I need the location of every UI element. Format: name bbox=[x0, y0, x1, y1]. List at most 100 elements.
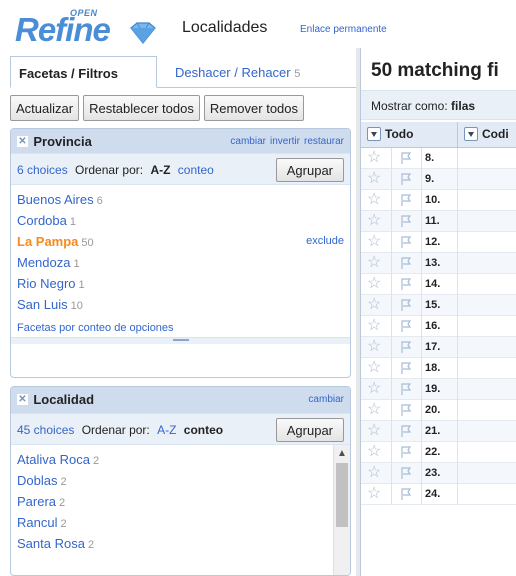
change-link[interactable]: cambiar bbox=[308, 394, 344, 405]
remove-all-button[interactable]: Remover todos bbox=[203, 95, 305, 121]
tab-facets-filters[interactable]: Facetas / Filtros bbox=[10, 56, 157, 88]
row-number: 8. bbox=[425, 152, 435, 164]
show-as-label: Mostrar como: bbox=[371, 99, 448, 113]
sort-count-option[interactable]: conteo bbox=[184, 423, 223, 437]
facet-choice[interactable]: Cordoba 1 bbox=[17, 210, 350, 231]
star-icon[interactable]: ☆ bbox=[367, 275, 381, 293]
facet-choice[interactable]: Rio Negro 1 bbox=[17, 273, 350, 294]
column-header-all[interactable]: Todo bbox=[361, 122, 458, 148]
star-icon[interactable]: ☆ bbox=[367, 254, 381, 272]
flag-icon[interactable] bbox=[399, 172, 413, 186]
show-as-rows-option[interactable]: filas bbox=[451, 99, 475, 113]
flag-icon[interactable] bbox=[399, 382, 413, 396]
star-icon[interactable]: ☆ bbox=[367, 380, 381, 398]
star-icon[interactable]: ☆ bbox=[367, 443, 381, 461]
group-button[interactable]: Agrupar bbox=[275, 158, 344, 182]
facet-choice[interactable]: San Luis 10 bbox=[17, 294, 350, 315]
scroll-up-icon[interactable]: ▲ bbox=[337, 448, 347, 459]
table-row: ☆ 16. bbox=[361, 316, 516, 337]
column-header-codigo[interactable]: Codi bbox=[458, 122, 516, 148]
table-row: ☆ 23. bbox=[361, 463, 516, 484]
facet-links: cambiar bbox=[304, 394, 344, 405]
table-row: ☆ 19. bbox=[361, 379, 516, 400]
star-icon[interactable]: ☆ bbox=[367, 233, 381, 251]
choice-scrollbar[interactable]: ▲ bbox=[333, 445, 350, 575]
table-row: ☆ 17. bbox=[361, 337, 516, 358]
star-icon[interactable]: ☆ bbox=[367, 401, 381, 419]
choice-list: Buenos Aires 6 Cordoba 1 La Pampa 50 exclude… bbox=[11, 185, 350, 315]
tab-undo-redo[interactable]: Deshacer / Rehacer 5 bbox=[167, 56, 356, 88]
row-number: 9. bbox=[425, 173, 435, 185]
flag-icon[interactable] bbox=[399, 340, 413, 354]
exclude-link[interactable]: exclude bbox=[306, 231, 344, 252]
flag-icon[interactable] bbox=[399, 403, 413, 417]
facet-choice[interactable]: Rancul 2 bbox=[17, 512, 350, 533]
facet-choice[interactable]: Parera 2 bbox=[17, 491, 350, 512]
flag-icon[interactable] bbox=[399, 487, 413, 501]
star-icon[interactable]: ☆ bbox=[367, 317, 381, 335]
flag-icon[interactable] bbox=[399, 277, 413, 291]
facet-choice[interactable]: Buenos Aires 6 bbox=[17, 189, 350, 210]
row-number: 23. bbox=[425, 467, 441, 479]
openrefine-logo[interactable]: OPEN Refine bbox=[15, 8, 165, 46]
row-number: 18. bbox=[425, 362, 441, 374]
flag-icon[interactable] bbox=[399, 445, 413, 459]
facet-by-count-link[interactable]: Facetas por conteo de opciones bbox=[11, 315, 350, 337]
star-icon[interactable]: ☆ bbox=[367, 191, 381, 209]
refresh-button[interactable]: Actualizar bbox=[10, 95, 80, 121]
star-icon[interactable]: ☆ bbox=[367, 212, 381, 230]
flag-icon[interactable] bbox=[399, 466, 413, 480]
reset-link[interactable]: restaurar bbox=[304, 136, 344, 147]
star-icon[interactable]: ☆ bbox=[367, 149, 381, 167]
flag-icon[interactable] bbox=[399, 319, 413, 333]
star-icon[interactable]: ☆ bbox=[367, 338, 381, 356]
project-name[interactable]: Localidades bbox=[182, 19, 267, 37]
facet-localidad: ✕ Localidad cambiar 45 choices Ordenar p… bbox=[10, 386, 351, 576]
flag-icon[interactable] bbox=[399, 361, 413, 375]
flag-icon[interactable] bbox=[399, 214, 413, 228]
chevron-down-icon[interactable] bbox=[464, 126, 478, 141]
flag-icon[interactable] bbox=[399, 151, 413, 165]
row-number: 14. bbox=[425, 278, 441, 290]
facet-choice[interactable]: Mendoza 1 bbox=[17, 252, 350, 273]
close-icon[interactable]: ✕ bbox=[17, 394, 28, 406]
tab-undo-label: Deshacer / Rehacer bbox=[175, 65, 291, 80]
table-row: ☆ 18. bbox=[361, 358, 516, 379]
choices-count[interactable]: 45 choices bbox=[17, 423, 74, 437]
flag-icon[interactable] bbox=[399, 235, 413, 249]
reset-all-button[interactable]: Restablecer todos bbox=[83, 95, 200, 121]
star-icon[interactable]: ☆ bbox=[367, 464, 381, 482]
star-icon[interactable]: ☆ bbox=[367, 485, 381, 503]
facet-choice-selected[interactable]: La Pampa 50 exclude bbox=[17, 231, 350, 252]
flag-icon[interactable] bbox=[399, 256, 413, 270]
star-icon[interactable]: ☆ bbox=[367, 296, 381, 314]
close-icon[interactable]: ✕ bbox=[17, 136, 28, 148]
row-number: 17. bbox=[425, 341, 441, 353]
invert-link[interactable]: invertir bbox=[270, 136, 300, 147]
flag-icon[interactable] bbox=[399, 193, 413, 207]
table-row: ☆ 10. bbox=[361, 190, 516, 211]
sort-az-option[interactable]: A-Z bbox=[157, 423, 176, 437]
change-link[interactable]: cambiar bbox=[230, 136, 266, 147]
scroll-thumb[interactable] bbox=[336, 463, 348, 527]
group-button[interactable]: Agrupar bbox=[275, 418, 344, 442]
star-icon[interactable]: ☆ bbox=[367, 359, 381, 377]
star-icon[interactable]: ☆ bbox=[367, 170, 381, 188]
chevron-down-icon[interactable] bbox=[367, 126, 381, 141]
flag-icon[interactable] bbox=[399, 424, 413, 438]
star-icon[interactable]: ☆ bbox=[367, 422, 381, 440]
row-number: 21. bbox=[425, 425, 441, 437]
facet-choice[interactable]: Doblas 2 bbox=[17, 470, 350, 491]
sort-count-option[interactable]: conteo bbox=[178, 163, 214, 177]
sort-az-option[interactable]: A-Z bbox=[150, 163, 170, 177]
view-mode-bar: Mostrar como: filas bbox=[361, 90, 516, 120]
facet-choice[interactable]: Santa Rosa 2 bbox=[17, 533, 350, 554]
facet-choice[interactable]: Ataliva Roca 2 bbox=[17, 449, 350, 470]
choices-count[interactable]: 6 choices bbox=[17, 163, 68, 177]
flag-icon[interactable] bbox=[399, 298, 413, 312]
table-row: ☆ 13. bbox=[361, 253, 516, 274]
row-number: 24. bbox=[425, 488, 441, 500]
permalink-link[interactable]: Enlace permanente bbox=[300, 24, 387, 35]
data-rows: ☆ 8. ☆ 9. ☆ 10. ☆ 11. ☆ 12. ☆ 13. ☆ 14. ☆ 15. ☆ 16. ☆ 17. ☆ 1… bbox=[361, 148, 516, 505]
resize-handle[interactable] bbox=[11, 337, 350, 344]
